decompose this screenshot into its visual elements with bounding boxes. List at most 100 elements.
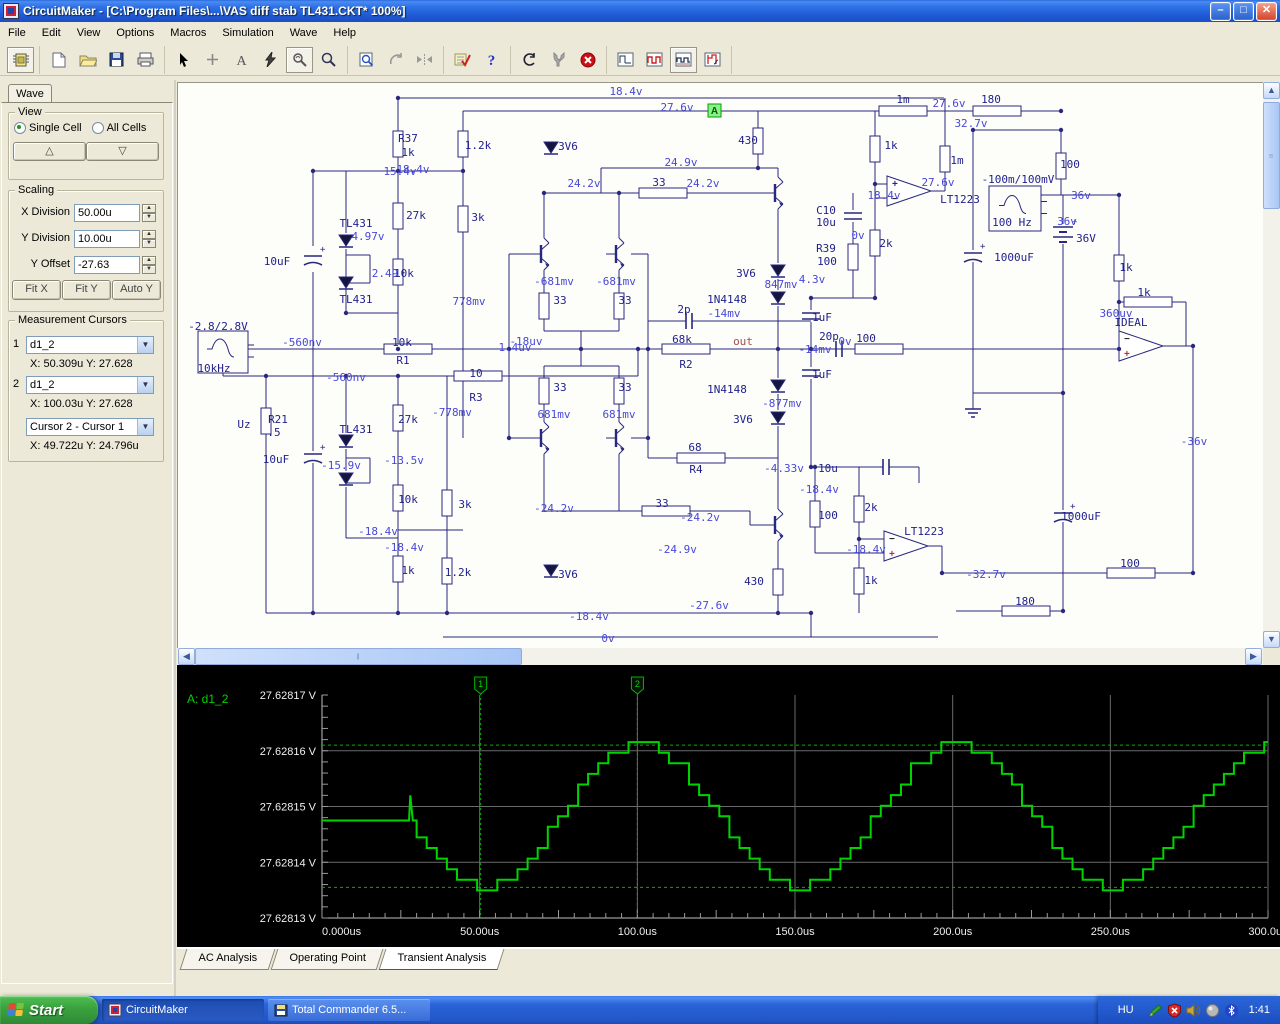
svg-text:24.2v: 24.2v bbox=[686, 177, 719, 190]
open-file-icon[interactable] bbox=[74, 46, 101, 73]
menu-edit[interactable]: Edit bbox=[34, 24, 69, 42]
spinner[interactable]: ▲ ▼ bbox=[142, 204, 156, 222]
svg-text:10u: 10u bbox=[818, 462, 838, 475]
svg-text:R4: R4 bbox=[689, 463, 703, 476]
stop-icon[interactable] bbox=[574, 46, 601, 73]
title-bar[interactable]: CircuitMaker - [C:\Program Files\...\VAS… bbox=[0, 0, 1280, 22]
svg-text:-27.6v: -27.6v bbox=[689, 599, 729, 612]
taskbar-item-circuitmaker[interactable]: CircuitMaker bbox=[102, 999, 264, 1021]
security-shield-icon[interactable] bbox=[1167, 1002, 1182, 1018]
chevron-down-icon[interactable]: ▼ bbox=[137, 377, 153, 393]
svg-text:27.62815 V: 27.62815 V bbox=[260, 802, 317, 814]
tab-wave[interactable]: Wave bbox=[8, 84, 52, 104]
svg-text:27.62814 V: 27.62814 V bbox=[260, 857, 317, 869]
taskbar-item-total-commander-6-5-[interactable]: Total Commander 6.5... bbox=[268, 999, 430, 1021]
scope-digital-icon[interactable] bbox=[641, 46, 668, 73]
scroll-left-icon[interactable]: ◀ bbox=[178, 648, 195, 665]
menu-macros[interactable]: Macros bbox=[162, 24, 214, 42]
pen-icon[interactable] bbox=[1148, 1003, 1163, 1018]
simulation-check-icon[interactable] bbox=[449, 46, 476, 73]
scope-transient-icon[interactable] bbox=[670, 46, 697, 73]
auto-y-button[interactable]: Auto Y bbox=[112, 280, 161, 300]
vscroll-thumb[interactable]: ≡ bbox=[1263, 102, 1280, 209]
print-icon[interactable] bbox=[132, 46, 159, 73]
scroll-right-icon[interactable]: ▶ bbox=[1245, 648, 1262, 665]
cell-down-button[interactable]: ▽ bbox=[86, 142, 159, 161]
tab-transient-analysis[interactable]: Transient Analysis bbox=[378, 949, 505, 970]
device-icon[interactable] bbox=[1205, 1003, 1220, 1018]
cell-up-button[interactable]: △ bbox=[13, 142, 86, 161]
mirror-icon[interactable] bbox=[411, 46, 438, 73]
svg-text:.5: .5 bbox=[267, 426, 280, 439]
menu-options[interactable]: Options bbox=[108, 24, 162, 42]
svg-text:R39: R39 bbox=[816, 242, 836, 255]
svg-text:1.2k: 1.2k bbox=[445, 566, 472, 579]
svg-text:33: 33 bbox=[553, 381, 566, 394]
cursor-1-signal-select[interactable]: d1_2 ▼ bbox=[26, 336, 154, 354]
menu-simulation[interactable]: Simulation bbox=[214, 24, 281, 42]
menu-view[interactable]: View bbox=[69, 24, 109, 42]
parts-browser-icon[interactable] bbox=[7, 46, 34, 73]
delete-tool-icon[interactable] bbox=[257, 46, 284, 73]
svg-text:27.62817 V: 27.62817 V bbox=[260, 690, 317, 702]
scaling-label: X Division bbox=[21, 206, 70, 218]
volume-icon[interactable] bbox=[1186, 1003, 1201, 1018]
svg-text:180: 180 bbox=[981, 93, 1001, 106]
reset-icon[interactable] bbox=[516, 46, 543, 73]
tab-operating-point[interactable]: Operating Point bbox=[270, 949, 384, 970]
svg-text:27k: 27k bbox=[406, 209, 426, 222]
svg-text:TL431: TL431 bbox=[339, 423, 372, 436]
fit-x-button[interactable]: Fit X bbox=[12, 280, 61, 300]
chevron-down-icon[interactable]: ▼ bbox=[137, 419, 153, 435]
cursor-2-signal-select[interactable]: d1_2 ▼ bbox=[26, 376, 154, 394]
close-button[interactable]: ✕ bbox=[1256, 1, 1277, 21]
zoom-window-icon[interactable] bbox=[353, 46, 380, 73]
language-indicator[interactable]: HU bbox=[1110, 1002, 1142, 1018]
tab-ac-analysis[interactable]: AC Analysis bbox=[179, 949, 276, 970]
window-title: CircuitMaker - [C:\Program Files\...\VAS… bbox=[23, 4, 406, 18]
hscroll-thumb[interactable]: ‖ bbox=[195, 648, 522, 665]
schematic-vscrollbar[interactable]: ▲ ≡ ▼ bbox=[1263, 82, 1280, 648]
start-button[interactable]: Start bbox=[0, 996, 98, 1024]
waveform-plot[interactable]: 27.62817 V 27.62816 V 27.62815 V 27.62814 V… bbox=[177, 665, 1280, 947]
menu-wave[interactable]: Wave bbox=[282, 24, 326, 42]
y-offset-input[interactable]: -27.63 bbox=[74, 256, 140, 274]
svg-text:-18.4v: -18.4v bbox=[846, 543, 886, 556]
menu-file[interactable]: File bbox=[0, 24, 34, 42]
text-tool-icon[interactable]: A bbox=[228, 46, 255, 73]
spinner[interactable]: ▲ ▼ bbox=[142, 230, 156, 248]
x-division-input[interactable]: 50.00u bbox=[74, 204, 140, 222]
options-wrench-icon[interactable] bbox=[545, 46, 572, 73]
new-file-icon[interactable] bbox=[45, 46, 72, 73]
save-file-icon[interactable] bbox=[103, 46, 130, 73]
scope-mixed-icon[interactable] bbox=[699, 46, 726, 73]
menu-help[interactable]: Help bbox=[325, 24, 364, 42]
rotate-icon[interactable] bbox=[382, 46, 409, 73]
help-icon[interactable]: ? bbox=[478, 46, 505, 73]
arrow-tool-icon[interactable] bbox=[170, 46, 197, 73]
maximize-button[interactable]: □ bbox=[1233, 1, 1254, 21]
spinner[interactable]: ▲ ▼ bbox=[142, 256, 156, 274]
y-division-input[interactable]: 10.00u bbox=[74, 230, 140, 248]
bluetooth-icon[interactable] bbox=[1224, 1003, 1239, 1018]
zoom-tool-icon[interactable] bbox=[315, 46, 342, 73]
svg-text:0.000us: 0.000us bbox=[322, 926, 362, 938]
chevron-down-icon[interactable]: ▼ bbox=[137, 337, 153, 353]
scroll-down-icon[interactable]: ▼ bbox=[1263, 631, 1280, 648]
scope-analog-icon[interactable] bbox=[612, 46, 639, 73]
svg-text:100: 100 bbox=[1060, 158, 1080, 171]
cursor-diff-select[interactable]: Cursor 2 - Cursor 1 ▼ bbox=[26, 418, 154, 436]
svg-text:R21: R21 bbox=[268, 413, 288, 426]
scroll-up-icon[interactable]: ▲ bbox=[1263, 82, 1280, 99]
svg-text:3V6: 3V6 bbox=[558, 140, 578, 153]
svg-text:10k: 10k bbox=[394, 267, 414, 280]
fit-y-button[interactable]: Fit Y bbox=[62, 280, 111, 300]
probe-tool-icon[interactable] bbox=[286, 46, 313, 73]
svg-text:36V: 36V bbox=[1076, 232, 1096, 245]
wire-tool-icon[interactable] bbox=[199, 46, 226, 73]
radio-single-cell[interactable]: Single Cell bbox=[14, 122, 82, 134]
schematic-canvas[interactable]: + + + + + + − − + − + A 18.4v 27.6v R37 1k 1.2k 1m 27.6v 18… bbox=[177, 82, 1263, 648]
minimize-button[interactable]: – bbox=[1210, 1, 1231, 21]
schematic-hscrollbar[interactable]: ◀ ‖ ▶ bbox=[177, 648, 1263, 665]
radio-all-cells[interactable]: All Cells bbox=[91, 122, 146, 134]
